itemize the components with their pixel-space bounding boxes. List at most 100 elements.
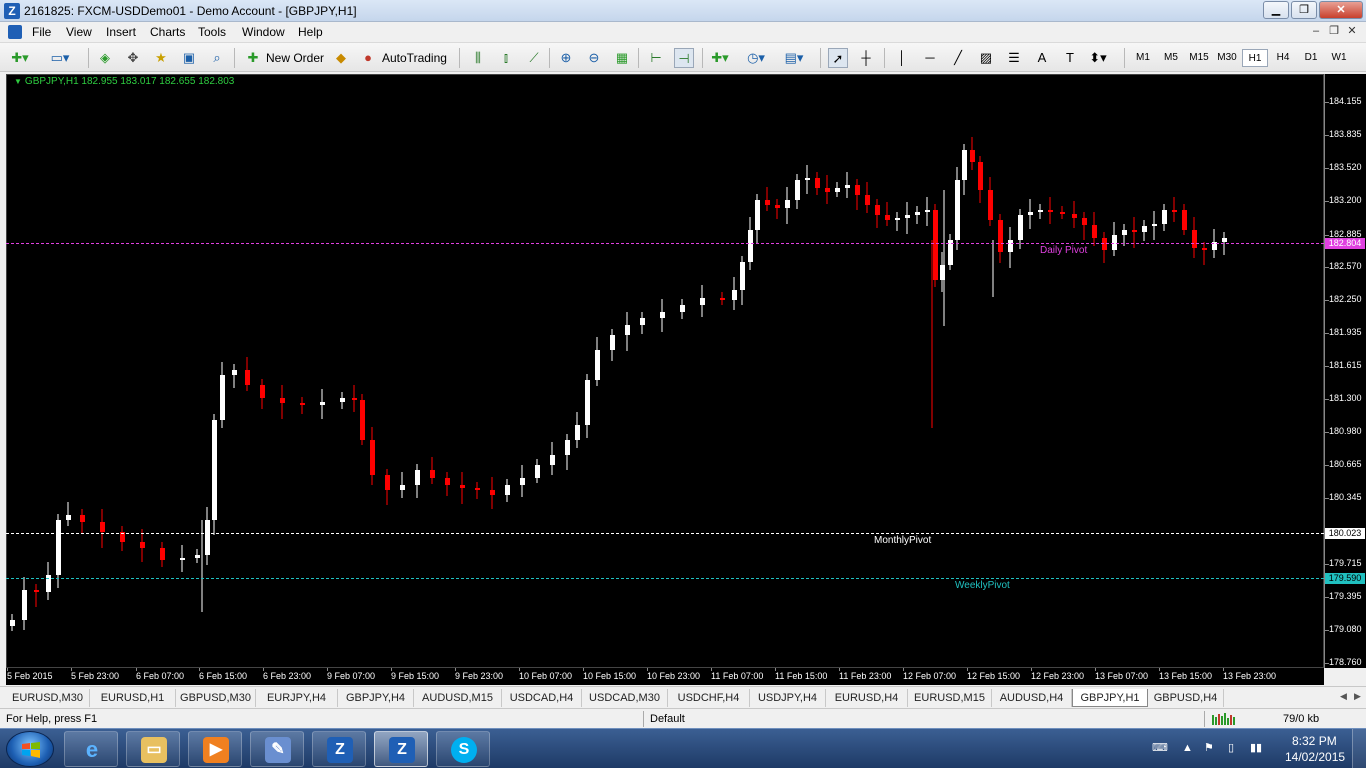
candle-body <box>1060 212 1065 214</box>
candle-body <box>205 520 210 555</box>
candle-body <box>1018 215 1023 240</box>
candle-body <box>825 188 830 192</box>
taskbar-paint[interactable]: ✎ <box>250 731 304 767</box>
time-label: 12 Feb 23:00 <box>1031 671 1085 681</box>
keyboard-icon[interactable]: ⌨ <box>1152 741 1168 755</box>
candle-body <box>475 488 480 490</box>
taskbar-metatrader[interactable]: Z <box>312 731 366 767</box>
chart-tab[interactable]: AUDUSD,H4 <box>992 689 1072 707</box>
candle-body <box>1122 230 1127 235</box>
status-separator <box>643 711 644 727</box>
candle-body <box>260 385 265 398</box>
monthly-pivot-label: MonthlyPivot <box>874 535 932 546</box>
time-label: 10 Feb 15:00 <box>583 671 637 681</box>
tabs-scroll-left-icon[interactable]: ◀ <box>1340 691 1347 702</box>
candle-body <box>1102 238 1107 250</box>
status-bar: For Help, press F1 Default 79/0 kb <box>0 708 1366 728</box>
chart-tab[interactable]: USDCAD,H4 <box>502 689 582 707</box>
candle-body <box>535 465 540 478</box>
clock-date[interactable]: 14/02/2015 <box>1285 750 1345 764</box>
file-explorer-icon: ▭ <box>141 737 167 763</box>
weekly-pivot-line[interactable] <box>6 578 1324 579</box>
candle-body <box>795 180 800 200</box>
candle-body <box>680 305 685 312</box>
time-label: 11 Feb 15:00 <box>775 671 828 681</box>
price-label: 181.300 <box>1329 393 1362 403</box>
chart-tab[interactable]: EURUSD,H4 <box>826 689 908 707</box>
volume-icon[interactable]: ▮▮ <box>1250 741 1262 755</box>
candle-body <box>160 548 165 560</box>
time-axis[interactable]: 5 Feb 2015 5 Feb 23:00 6 Feb 07:00 6 Feb 15… <box>6 668 1324 685</box>
status-traffic: 79/0 kb <box>1283 713 1320 725</box>
clock-time[interactable]: 8:32 PM <box>1292 734 1337 748</box>
time-label: 11 Feb 23:00 <box>839 671 892 681</box>
candle-body <box>245 370 250 385</box>
candle-body <box>885 215 890 220</box>
taskbar-skype[interactable]: S <box>436 731 490 767</box>
paint-icon: ✎ <box>265 737 291 763</box>
connection-bars-icon[interactable] <box>1212 713 1238 725</box>
taskbar-internet-explorer[interactable]: e <box>64 731 118 767</box>
price-label: 180.665 <box>1329 459 1362 469</box>
candle-body <box>755 200 760 230</box>
candle-body <box>805 178 810 180</box>
candle-body <box>575 425 580 440</box>
price-label: 178.760 <box>1329 657 1362 667</box>
candle-body <box>400 485 405 490</box>
taskbar-media-player[interactable]: ▶ <box>188 731 242 767</box>
chart-tab[interactable]: GBPUSD,H4 <box>1148 689 1224 707</box>
candle-body <box>385 475 390 490</box>
chart-tab[interactable]: GBPJPY,H4 <box>338 689 414 707</box>
candle-body <box>320 402 325 405</box>
time-label: 9 Feb 07:00 <box>327 671 376 681</box>
candle-body <box>140 542 145 548</box>
candle-body <box>56 520 61 575</box>
candle-body <box>1202 248 1207 250</box>
daily-pivot-label: Daily Pivot <box>1040 245 1088 256</box>
candle-body <box>640 318 645 325</box>
internet-explorer-icon: e <box>85 737 99 762</box>
candle-body <box>585 380 590 425</box>
candle-body <box>875 205 880 215</box>
chart-tab[interactable]: EURUSD,M15 <box>908 689 992 707</box>
taskbar-file-explorer[interactable]: ▭ <box>126 731 180 767</box>
chart-tab[interactable]: EURUSD,H1 <box>90 689 176 707</box>
chart-tab[interactable]: AUDUSD,M15 <box>414 689 502 707</box>
candle-body <box>1082 218 1087 225</box>
candle-body <box>445 478 450 485</box>
chart-tab[interactable]: GBPUSD,M30 <box>176 689 256 707</box>
taskbar-metatrader-active[interactable]: Z <box>374 731 428 767</box>
candle-body <box>845 185 850 188</box>
candle-body <box>460 485 465 488</box>
price-label: 183.520 <box>1329 162 1362 172</box>
network-icon[interactable]: ⚑ <box>1204 741 1214 755</box>
price-label: 179.395 <box>1329 591 1362 601</box>
candle-body <box>865 195 870 205</box>
chart-tab[interactable]: USDCHF,H4 <box>668 689 750 707</box>
candle-body <box>490 490 495 495</box>
candle-body <box>1162 210 1167 224</box>
tabs-scroll-right-icon[interactable]: ▶ <box>1354 691 1361 702</box>
time-label: 13 Feb 15:00 <box>1159 671 1213 681</box>
collapse-arrow-icon[interactable]: ▼ <box>14 77 22 86</box>
monthly-pivot-line[interactable] <box>6 533 1324 534</box>
daily-pivot-line[interactable] <box>6 243 1324 244</box>
status-profile: Default <box>650 713 685 725</box>
candle-body <box>955 180 960 240</box>
show-desktop-button[interactable] <box>1352 729 1366 768</box>
candlestick-series <box>10 137 1227 631</box>
candle-body <box>700 298 705 305</box>
start-button[interactable] <box>6 731 54 767</box>
metatrader-active-icon: Z <box>389 737 415 763</box>
chart-tab[interactable]: EURJPY,H4 <box>256 689 338 707</box>
show-hidden-icons-icon[interactable]: ▲ <box>1182 742 1193 756</box>
weekly-pivot-label: WeeklyPivot <box>955 580 1010 591</box>
chart-tab[interactable]: GBPJPY,H1 <box>1072 689 1148 707</box>
chart-tab[interactable]: USDCAD,M30 <box>582 689 668 707</box>
battery-icon[interactable]: ▯ <box>1228 741 1234 755</box>
candle-body <box>34 590 39 592</box>
chart-tab[interactable]: USDJPY,H4 <box>750 689 826 707</box>
chart-tab[interactable]: EURUSD,M30 <box>6 689 90 707</box>
price-label: 184.155 <box>1329 96 1362 106</box>
time-label: 12 Feb 15:00 <box>967 671 1021 681</box>
